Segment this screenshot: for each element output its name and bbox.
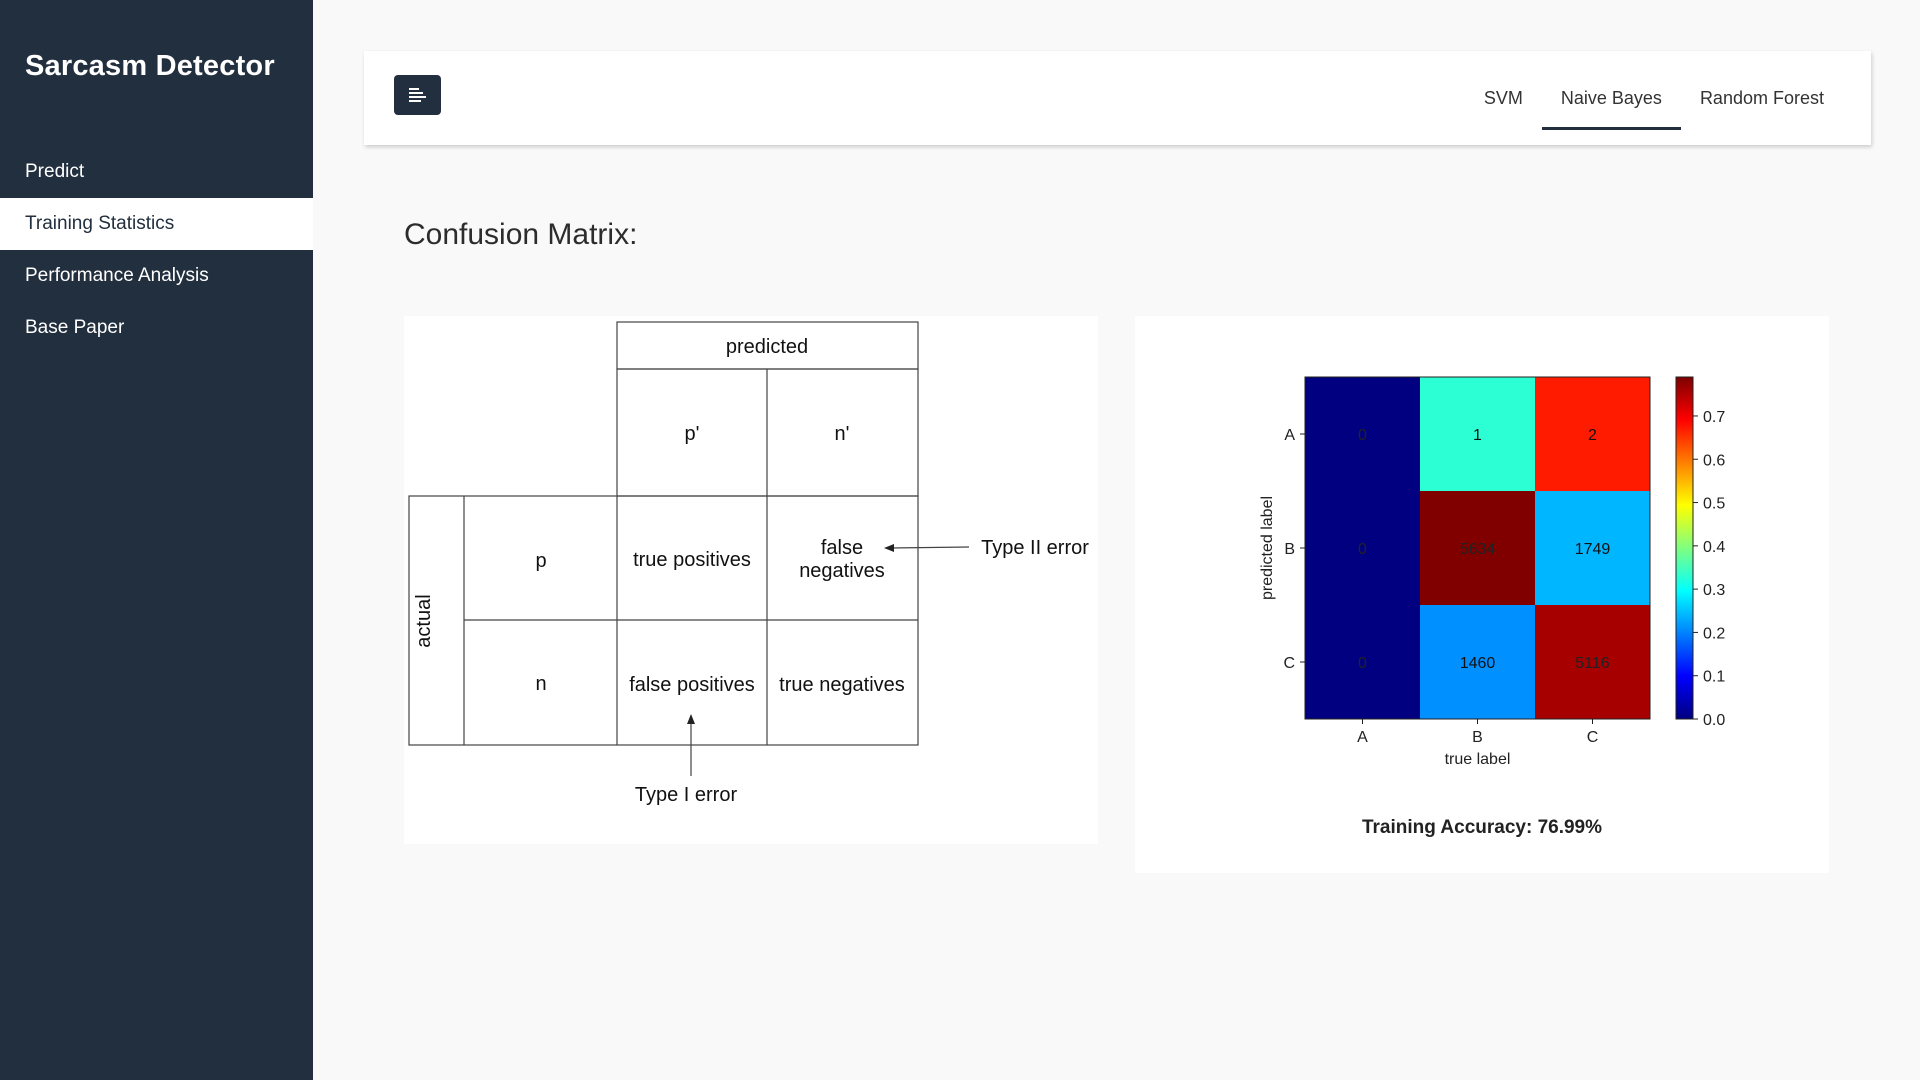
heatmap-cell-value: 5116 [1575, 655, 1610, 672]
row-p-label: p [535, 550, 546, 572]
y-tick-label: B [1284, 541, 1295, 558]
col-p-label: p' [685, 423, 700, 445]
sidebar-item-training-statistics[interactable]: Training Statistics [0, 198, 313, 250]
sidebar-item-base-paper[interactable]: Base Paper [0, 302, 313, 354]
col-n-label: n' [835, 423, 850, 445]
sidebar-toggle-button[interactable] [394, 75, 441, 115]
false-negatives-label-line2: negatives [799, 560, 885, 582]
colorbar-tick-label: 0.5 [1703, 496, 1725, 513]
colorbar [1675, 376, 1694, 720]
confusion-matrix-chart-card: 0 1 2 0 5634 1749 0 1460 5116 A B C A B Ctrue label pr… [1135, 316, 1829, 873]
page-title: Confusion Matrix: [404, 218, 638, 251]
colorbar-tick-label: 0.6 [1703, 452, 1725, 469]
type-i-error-label: Type I error [635, 784, 738, 806]
training-accuracy: Training Accuracy: 76.99% [1361, 817, 1603, 838]
predicted-label: predicted [726, 336, 808, 358]
x-axis-label: true label [1445, 751, 1511, 768]
heatmap-cell-value: 0 [1358, 427, 1367, 444]
colorbar-tick-label: 0.3 [1703, 582, 1725, 599]
confusion-matrix-diagram-card: predicted p' n' p n true positives false… [404, 316, 1098, 844]
x-tick-label: C [1587, 729, 1599, 746]
row-n-label: n [535, 673, 546, 695]
type-ii-error-label: Type II error [981, 537, 1089, 559]
confusion-matrix-diagram: predicted p' n' p n true positives false… [408, 321, 1089, 806]
tab-naive-bayes[interactable]: Naive Bayes [1541, 51, 1681, 145]
false-positives-label: false positives [629, 674, 755, 696]
colorbar-tick-label: 0.1 [1703, 669, 1725, 686]
top-navbar: SVM Naive Bayes Random Forest [364, 51, 1871, 145]
x-tick-label: B [1472, 729, 1483, 746]
y-tick-label: C [1283, 655, 1295, 672]
tab-random-forest[interactable]: Random Forest [1681, 51, 1843, 145]
colorbar-tick-label: 0.0 [1703, 712, 1725, 729]
y-axis-label: predicted label [1259, 496, 1276, 600]
heatmap-cell-value: 1460 [1460, 655, 1496, 672]
heatmap-cell-value: 0 [1358, 655, 1367, 672]
actual-label: actual [413, 594, 435, 647]
heatmap-cell-value: 1 [1473, 427, 1482, 444]
heatmap-cell-value: 2 [1588, 427, 1597, 444]
sidebar-item-performance-analysis[interactable]: Performance Analysis [0, 250, 313, 302]
sidebar-item-predict[interactable]: Predict [0, 146, 313, 198]
sidebar-nav: Predict Training Statistics Performance … [0, 146, 313, 354]
tab-svm[interactable]: SVM [1465, 51, 1542, 145]
heatmap-cell-value: 5634 [1460, 541, 1496, 558]
app-title: Sarcasm Detector [25, 50, 275, 82]
colorbar-tick-label: 0.7 [1703, 409, 1725, 426]
x-tick-label: A [1357, 729, 1368, 746]
confusion-matrix-heatmap: 0 1 2 0 5634 1749 0 1460 5116 A B C A B Ctrue label pr… [1259, 376, 1725, 768]
model-tabs: SVM Naive Bayes Random Forest [1465, 51, 1843, 145]
heatmap-cell-value: 0 [1358, 541, 1367, 558]
true-positives-label: true positives [633, 549, 751, 571]
true-negatives-label: true negatives [779, 674, 905, 696]
colorbar-tick-label: 0.2 [1703, 625, 1725, 642]
heatmap-cell-value: 1749 [1575, 541, 1611, 558]
false-negatives-label-line1: false [821, 537, 863, 559]
y-tick-label: A [1284, 427, 1295, 444]
sidebar: Sarcasm Detector Predict Training Statis… [0, 0, 313, 1080]
colorbar-tick-label: 0.4 [1703, 539, 1725, 556]
